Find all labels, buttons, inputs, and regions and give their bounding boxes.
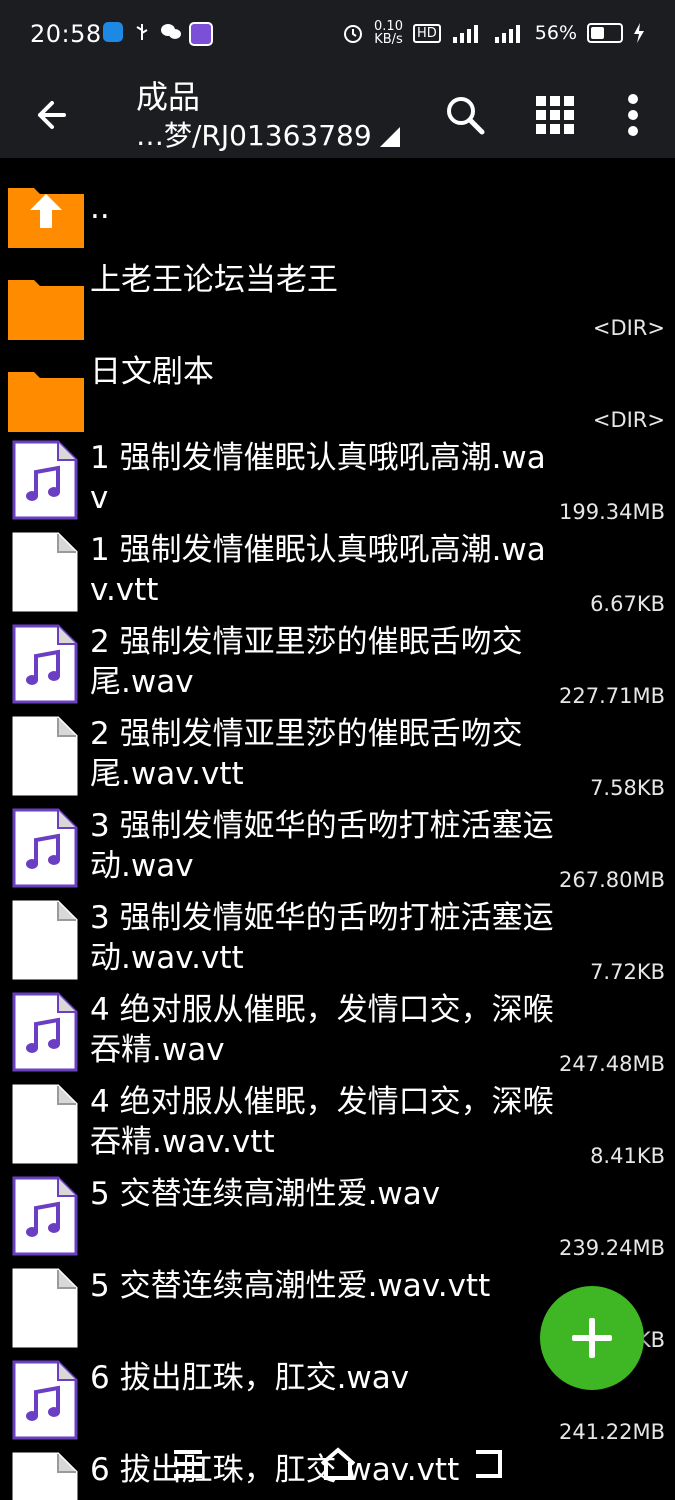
file-row[interactable]: 4 绝对服从催眠，发情口交，深喉吞精.wav 247.48MB	[0, 986, 675, 1078]
more-vert-icon	[628, 94, 638, 136]
file-icon	[12, 1268, 78, 1348]
wechat-icon	[160, 22, 181, 42]
file-name: 6 拔出肛珠，肛交.wav	[90, 1360, 410, 1396]
signal-5g-icon	[452, 25, 478, 43]
file-name: 日文剧本	[90, 354, 214, 390]
file-meta: 7.72KB	[590, 960, 665, 984]
back-nav-icon	[476, 1450, 502, 1478]
home-icon	[320, 1447, 356, 1480]
usb-icon	[132, 22, 152, 42]
file-meta: 8.41KB	[590, 1144, 665, 1168]
file-name: 2 强制发情亚里莎的催眠舌吻交尾.wav	[90, 624, 523, 700]
file-name: ..	[90, 190, 110, 226]
file-meta: 247.48MB	[558, 1052, 665, 1076]
more-options-button[interactable]	[606, 88, 660, 142]
file-row[interactable]: 1 强制发情催眠认真哦吼高潮.wav 199.34MB	[0, 434, 675, 526]
file-row[interactable]: 上老王论坛当老王 <DIR>	[0, 250, 675, 342]
back-nav-button[interactable]	[466, 1444, 510, 1484]
audio-file-icon	[12, 440, 78, 520]
file-meta: 239.24MB	[558, 1236, 665, 1260]
search-icon	[447, 97, 485, 135]
parent-folder-icon	[6, 170, 86, 250]
net-speed: 0.10 KB/s	[374, 19, 403, 47]
file-row[interactable]: 2 强制发情亚里莎的催眠舌吻交尾.wav.vtt 7.58KB	[0, 710, 675, 802]
status-time: 20:58	[30, 20, 102, 48]
audio-file-icon	[12, 992, 78, 1072]
battery-icon	[587, 23, 623, 43]
search-button[interactable]	[438, 88, 492, 142]
file-name: 1 强制发情催眠认真哦吼高潮.wav	[90, 440, 546, 516]
charging-icon	[634, 23, 644, 43]
status-bar: 20:58 0.10 KB/s HD 56%	[0, 0, 675, 70]
file-row[interactable]: 5 交替连续高潮性爱.wav 239.24MB	[0, 1170, 675, 1262]
battery-percent: 56%	[534, 22, 577, 44]
alarm-icon	[344, 25, 363, 43]
toolbar: 成品 …梦/RJ01363789	[0, 70, 675, 158]
file-name: 2 强制发情亚里莎的催眠舌吻交尾.wav.vtt	[90, 716, 523, 792]
grid-icon	[536, 96, 574, 134]
menu-nav-button[interactable]	[166, 1444, 210, 1484]
folder-icon	[6, 262, 86, 342]
file-icon	[12, 532, 78, 612]
file-row[interactable]: 3 强制发情姬华的舌吻打桩活塞运动.wav.vtt 7.72KB	[0, 894, 675, 986]
folder-icon	[6, 354, 86, 434]
file-name: 1 强制发情催眠认真哦吼高潮.wav.vtt	[90, 532, 546, 608]
file-name: 4 绝对服从催眠，发情口交，深喉吞精.wav	[90, 992, 554, 1068]
file-row[interactable]: 1 强制发情催眠认真哦吼高潮.wav.vtt 6.67KB	[0, 526, 675, 618]
file-meta: 199.34MB	[558, 500, 665, 524]
dropdown-triangle-icon	[379, 127, 400, 147]
file-meta: 7.58KB	[590, 776, 665, 800]
system-nav-bar	[0, 1440, 675, 1500]
file-meta: <DIR>	[592, 408, 665, 432]
file-icon	[12, 716, 78, 796]
file-name: 上老王论坛当老王	[90, 262, 338, 298]
file-row[interactable]: 3 强制发情姬华的舌吻打桩活塞运动.wav 267.80MB	[0, 802, 675, 894]
file-row[interactable]: 4 绝对服从催眠，发情口交，深喉吞精.wav.vtt 8.41KB	[0, 1078, 675, 1170]
hd-icon: HD	[412, 23, 441, 43]
menu-icon	[174, 1450, 202, 1478]
file-row[interactable]: ..	[0, 158, 675, 250]
current-path: …梦/RJ01363789	[136, 119, 372, 152]
file-icon	[12, 1084, 78, 1164]
grid-view-button[interactable]	[528, 88, 582, 142]
file-row[interactable]: 日文剧本 <DIR>	[0, 342, 675, 434]
file-row[interactable]: 2 强制发情亚里莎的催眠舌吻交尾.wav 227.71MB	[0, 618, 675, 710]
home-nav-button[interactable]	[316, 1444, 360, 1484]
signal-icon	[494, 25, 520, 43]
app-notification-icon	[103, 22, 123, 42]
file-meta: 267.80MB	[558, 868, 665, 892]
file-name: 5 交替连续高潮性爱.wav.vtt	[90, 1268, 491, 1304]
audio-file-icon	[12, 1176, 78, 1256]
file-meta: <DIR>	[592, 316, 665, 340]
file-icon	[12, 900, 78, 980]
audio-file-icon	[12, 808, 78, 888]
add-fab-button[interactable]	[540, 1286, 644, 1390]
app-icon	[189, 22, 213, 46]
audio-file-icon	[12, 624, 78, 704]
file-name: 5 交替连续高潮性爱.wav	[90, 1176, 441, 1212]
file-name: 3 强制发情姬华的舌吻打桩活塞运动.wav.vtt	[90, 900, 554, 976]
arrow-left-icon	[38, 101, 66, 129]
back-button[interactable]	[26, 88, 80, 142]
file-name: 4 绝对服从催眠，发情口交，深喉吞精.wav.vtt	[90, 1084, 554, 1160]
status-right: 0.10 KB/s HD 56%	[342, 20, 645, 46]
file-meta: 6.67KB	[590, 592, 665, 616]
file-meta: 227.71MB	[558, 684, 665, 708]
audio-file-icon	[12, 1360, 78, 1440]
page-title: 成品	[136, 78, 201, 116]
file-name: 3 强制发情姬华的舌吻打桩活塞运动.wav	[90, 808, 554, 884]
path-selector[interactable]: …梦/RJ01363789	[136, 114, 400, 154]
